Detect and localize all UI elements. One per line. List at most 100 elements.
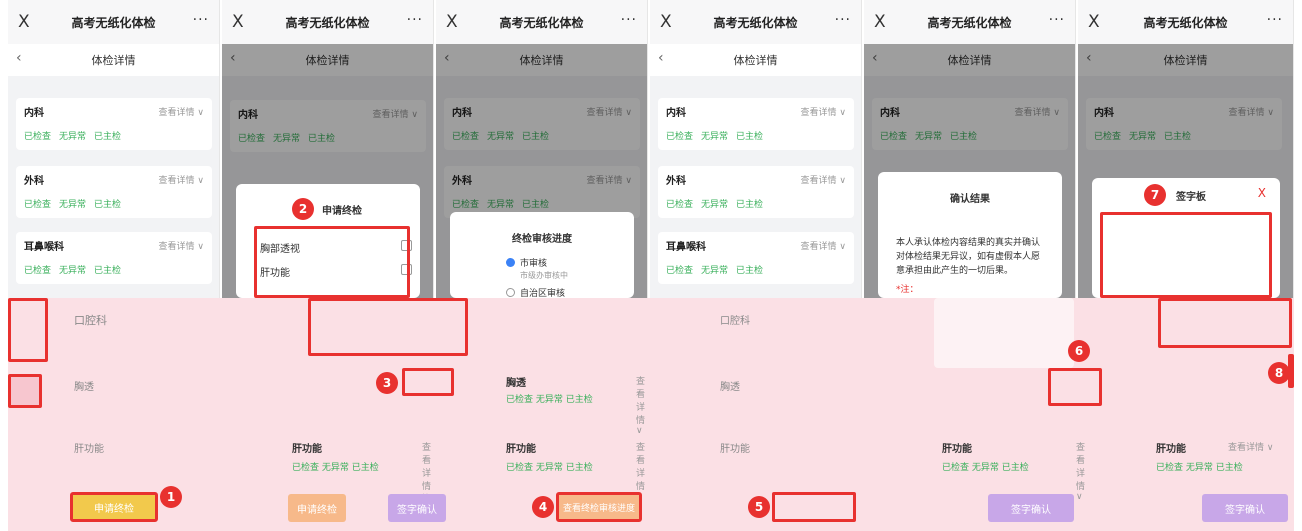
view-progress-button[interactable]: 查看终检审核进度 xyxy=(556,492,642,522)
apply-dialog: 2 申请终检 胸部透视 肝功能 xyxy=(236,184,420,298)
exam-name: 肝功能 xyxy=(720,444,750,455)
sign-confirm-button[interactable]: 签字确认 xyxy=(988,494,1074,522)
back-icon[interactable]: ‹ xyxy=(658,50,664,66)
exam-card-waike[interactable]: 外科 查看详情 ∨ 已检查 无异常 已主检 xyxy=(658,166,854,218)
detail-link[interactable]: 查看详情 ∨ xyxy=(636,374,648,436)
exam-card-erbi[interactable]: 耳鼻喉科 查看详情 ∨ 已检查 无异常 已主检 xyxy=(16,232,212,284)
detail-link[interactable]: 查看详情 ∨ xyxy=(159,239,204,252)
exam-status: 已检查 无异常 已主检 xyxy=(506,395,593,405)
more-icon[interactable]: ··· xyxy=(1267,12,1283,28)
page-title: 体检详情 xyxy=(91,54,136,67)
more-icon[interactable]: ··· xyxy=(835,12,851,28)
dialog-title: 终检审核进度 xyxy=(512,234,572,245)
detail-link[interactable]: 查看详情 ∨ xyxy=(422,440,434,502)
close-icon[interactable]: X xyxy=(1258,186,1266,200)
exam-name: 胸透 xyxy=(74,382,94,393)
screenshot-strip: X 高考无纸化体检 ··· ‹ 体检详情 内科 查看详情 ∨ 已检查 无异常 已主检 外科 查看… xyxy=(8,0,1294,531)
progress-step-sub: 市级办审核中 xyxy=(520,271,568,280)
highlight-box xyxy=(1288,354,1294,388)
close-icon[interactable]: X xyxy=(1088,12,1100,32)
app-title: 高考无纸化体检 xyxy=(285,15,370,30)
exam-status: 已检查 无异常 已主检 xyxy=(24,132,122,142)
exam-status: 已检查 无异常 已主检 xyxy=(24,266,122,276)
title-bar: X 高考无纸化体检 ··· xyxy=(8,0,219,44)
more-icon[interactable]: ··· xyxy=(193,12,209,28)
more-icon[interactable]: ··· xyxy=(407,12,423,28)
exam-status: 已检查 无异常 已主检 xyxy=(292,463,379,473)
exam-card-neike[interactable]: 内科 查看详情 ∨ 已检查 无异常 已主检 xyxy=(658,98,854,150)
apply-final-exam-button[interactable]: 申请终检 xyxy=(288,494,346,522)
dialog-title: 签字板 xyxy=(1176,192,1206,203)
bottom-panel-4: 口腔科 胸透 肝功能 5 xyxy=(650,298,862,531)
sub-header: ‹ 体检详情 xyxy=(650,44,861,76)
title-bar: X 高考无纸化体检 ··· xyxy=(222,0,433,44)
detail-link[interactable]: 查看详情 ∨ xyxy=(801,173,846,186)
bottom-panel-1: 口腔科 胸透 肝功能 申请终检 1 xyxy=(8,298,220,531)
exam-name: 肝功能 xyxy=(1156,444,1186,455)
exam-card-erbi[interactable]: 耳鼻喉科 查看详情 ∨ 已检查 无异常 已主检 xyxy=(658,232,854,284)
title-bar: X 高考无纸化体检 ··· xyxy=(650,0,861,44)
title-bar: X 高考无纸化体检 ··· xyxy=(864,0,1075,44)
bottom-panel-2: 3 肝功能 查看详情 ∨ 已检查 无异常 已主检 申请终检 签字确认 xyxy=(222,298,468,531)
sub-header: ‹ 体检详情 xyxy=(8,44,219,76)
exam-name: 胸透 xyxy=(506,378,526,389)
confirm-text: 本人承认体检内容结果的真实并确认对体检结果无异议，如有虚假本人愿意承担由此产生的… xyxy=(896,238,1041,276)
more-icon[interactable]: ··· xyxy=(621,12,637,28)
dialog-title: 确认结果 xyxy=(950,194,990,205)
sign-confirm-button[interactable]: 签字确认 xyxy=(1202,494,1288,522)
bottom-panel-6: 8 肝功能 查看详情 ∨ 已检查 无异常 已主检 签字确认 xyxy=(1078,298,1294,531)
app-title: 高考无纸化体检 xyxy=(927,15,1012,30)
step-marker: 7 xyxy=(1144,184,1166,206)
close-icon[interactable]: X xyxy=(874,12,886,32)
exam-status: 已检查 无异常 已主检 xyxy=(942,463,1029,473)
detail-link[interactable]: 查看详情 ∨ xyxy=(159,105,204,118)
exam-status: 已检查 无异常 已主检 xyxy=(666,266,764,276)
detail-link[interactable]: 查看详情 ∨ xyxy=(801,239,846,252)
exam-name: 肝功能 xyxy=(292,444,322,455)
title-bar: X 高考无纸化体检 ··· xyxy=(436,0,647,44)
close-icon[interactable]: X xyxy=(660,12,672,32)
highlight-box xyxy=(772,492,856,522)
confirm-dialog: 确认结果 本人承认体检内容结果的真实并确认对体检结果无异议，如有虚假本人愿意承担… xyxy=(878,172,1062,298)
exam-status: 已检查 无异常 已主检 xyxy=(1156,463,1243,473)
highlight-box xyxy=(8,298,48,362)
step-marker: 3 xyxy=(376,372,398,394)
exam-name: 肝功能 xyxy=(74,444,104,455)
more-icon[interactable]: ··· xyxy=(1049,12,1065,28)
progress-dialog: 终检审核进度 市审核 市级办审核中 自治区审核 xyxy=(450,212,634,299)
back-icon[interactable]: ‹ xyxy=(16,50,22,66)
step-marker: 1 xyxy=(160,486,182,508)
apply-final-exam-button[interactable]: 申请终检 xyxy=(70,492,158,522)
progress-step: 市审核 xyxy=(520,259,548,269)
signature-pad[interactable] xyxy=(1100,212,1272,298)
detail-link[interactable]: 查看详情 ∨ xyxy=(1228,440,1273,453)
signature-dialog: 7 签字板 X xyxy=(1092,178,1280,298)
step-marker: 5 xyxy=(748,496,770,518)
highlight-box xyxy=(8,374,42,408)
exam-card-waike[interactable]: 外科 查看详情 ∨ 已检查 无异常 已主检 xyxy=(16,166,212,218)
step-marker: 2 xyxy=(292,198,314,220)
dialog-remnant xyxy=(934,298,1074,368)
bottom-panel-3: 胸透 查看详情 ∨ 已检查 无异常 已主检 肝功能 查看详情 ∨ 已检查 无异常… xyxy=(436,298,648,531)
exam-status: 已检查 无异常 已主检 xyxy=(24,200,122,210)
detail-link[interactable]: 查看详情 ∨ xyxy=(801,105,846,118)
exam-status: 已检查 无异常 已主检 xyxy=(666,132,764,142)
confirm-note: *注： xyxy=(896,285,919,295)
step-marker: 8 xyxy=(1268,362,1290,384)
bottom-panel-5: 6 肝功能 查看详情 ∨ 已检查 无异常 已主检 签字确认 xyxy=(864,298,1102,531)
highlight-box xyxy=(1158,298,1292,348)
close-icon[interactable]: X xyxy=(232,12,244,32)
exam-name: 胸透 xyxy=(720,382,740,393)
exam-card-neike[interactable]: 内科 查看详情 ∨ 已检查 无异常 已主检 xyxy=(16,98,212,150)
close-icon[interactable]: X xyxy=(446,12,458,32)
step-marker: 4 xyxy=(532,496,554,518)
title-bar: X 高考无纸化体检 ··· xyxy=(1078,0,1293,44)
page-title: 体检详情 xyxy=(733,54,778,67)
highlight-box xyxy=(254,226,410,298)
exam-name: 肝功能 xyxy=(942,444,972,455)
app-title: 高考无纸化体检 xyxy=(71,15,156,30)
close-icon[interactable]: X xyxy=(18,12,30,32)
detail-link[interactable]: 查看详情 ∨ xyxy=(159,173,204,186)
dialog-title: 申请终检 xyxy=(322,206,362,217)
exam-status: 已检查 无异常 已主检 xyxy=(666,200,764,210)
